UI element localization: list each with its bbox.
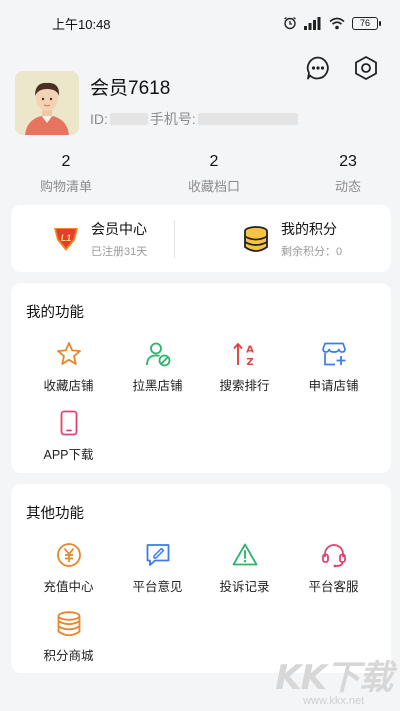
grid-item-label: 拉黑店铺 — [132, 379, 183, 393]
grid-item-label: 积分商城 — [43, 649, 94, 663]
grid-item-label: 搜索排行 — [219, 379, 270, 393]
member-card: L1 会员中心 已注册31天 我的积分 剩余积分：0 — [11, 205, 391, 272]
grid-item-points-mall[interactable]: 积分商城 — [21, 609, 116, 664]
grid-item-label: 申请店铺 — [308, 379, 359, 393]
stat-favorite-stalls[interactable]: 2 收藏档口 — [169, 153, 259, 195]
id-label: ID: — [90, 111, 108, 127]
phone-label: 手机号: — [149, 111, 196, 127]
points-database-icon — [241, 224, 271, 254]
grid-item-platform-feedback[interactable]: 平台意见 — [110, 540, 205, 595]
member-level-badge-icon: L1 — [51, 224, 81, 254]
stat-shopping-list[interactable]: 2 购物清单 — [21, 153, 111, 195]
headset-icon — [319, 540, 349, 570]
signal-icon — [304, 16, 322, 30]
status-icons: 76 — [283, 16, 381, 30]
my-points-title: 我的积分 — [281, 220, 337, 237]
status-time: 上午10:48 — [52, 16, 111, 32]
my-points-subtitle: 剩余积分：0 — [281, 245, 343, 258]
grid-item-label: 平台客服 — [308, 580, 359, 594]
grid-item-favorite-shops[interactable]: 收藏店铺 — [21, 339, 116, 394]
member-center-title: 会员中心 — [91, 220, 147, 237]
phone-icon — [54, 408, 84, 438]
grid-item-blocked-shops[interactable]: 拉黑店铺 — [110, 339, 205, 394]
top-actions — [304, 54, 380, 82]
alarm-icon — [283, 16, 297, 30]
grid-item-apply-shop[interactable]: 申请店铺 — [286, 339, 381, 394]
stat-value: 23 — [339, 153, 357, 170]
member-center-text: 会员中心 已注册31天 — [91, 219, 147, 259]
stat-activity[interactable]: 23 动态 — [303, 153, 393, 195]
coins-icon — [54, 609, 84, 639]
stats-row: 2 购物清单 2 收藏档口 23 动态 — [0, 153, 400, 197]
warning-icon — [230, 540, 260, 570]
grid-item-label: 平台意见 — [132, 580, 183, 594]
wifi-icon — [329, 17, 345, 30]
grid-item-complaint-records[interactable]: 投诉记录 — [197, 540, 292, 595]
grid-item-customer-service[interactable]: 平台客服 — [286, 540, 381, 595]
stat-value: 2 — [61, 153, 71, 170]
redacted-phone — [197, 113, 298, 125]
svg-text:A: A — [246, 345, 254, 356]
profile-info: 会员7618 ID: 手机号: — [90, 77, 300, 129]
battery-icon: 76 — [352, 16, 381, 30]
message-dots-icon[interactable] — [304, 54, 332, 82]
status-bar: 上午10:48 76 — [0, 0, 400, 46]
stat-label: 动态 — [334, 179, 361, 194]
grid-item-recharge-center[interactable]: 充值中心 — [21, 540, 116, 595]
profile-header[interactable]: 会员7618 ID: 手机号: — [15, 71, 300, 135]
stat-label: 收藏档口 — [187, 179, 240, 194]
username: 会员7618 — [90, 78, 171, 99]
divider — [174, 220, 175, 258]
my-points-button[interactable]: 我的积分 剩余积分：0 — [201, 219, 391, 259]
grid-item-app-download[interactable]: APP下载 — [21, 408, 116, 463]
redacted-id — [109, 113, 148, 125]
svg-text:L1: L1 — [61, 233, 72, 243]
sort-az-icon: AZ — [230, 339, 260, 369]
member-center-button[interactable]: L1 会员中心 已注册31天 — [11, 219, 201, 259]
stat-label: 购物清单 — [39, 179, 92, 194]
settings-hexagon-icon[interactable] — [352, 54, 380, 82]
yuan-coin-icon — [54, 540, 84, 570]
block-user-icon — [143, 339, 173, 369]
section-title: 我的功能 — [26, 305, 84, 321]
feedback-icon — [143, 540, 173, 570]
other-functions-card: 其他功能 充值中心 平台意见 投诉记录 平台客服 积分商城 — [11, 484, 391, 673]
my-points-text: 我的积分 剩余积分：0 — [281, 219, 342, 259]
grid-item-label: APP下载 — [43, 448, 94, 462]
svg-text:Z: Z — [246, 357, 253, 368]
member-center-subtitle: 已注册31天 — [91, 245, 148, 258]
watermark-logo: KK下载 — [275, 658, 393, 698]
grid-item-label: 收藏店铺 — [43, 379, 94, 393]
grid-item-label: 投诉记录 — [219, 580, 270, 594]
section-title: 其他功能 — [26, 506, 84, 522]
grid-item-search-ranking[interactable]: AZ 搜索排行 — [197, 339, 292, 394]
stat-value: 2 — [209, 153, 219, 170]
my-functions-card: 我的功能 收藏店铺 拉黑店铺 AZ 搜索排行 申请店铺 APP下载 — [11, 283, 391, 473]
watermark: KK下载 www.kkx.net — [275, 658, 393, 707]
grid-item-label: 充值中心 — [43, 580, 94, 594]
star-icon — [54, 339, 84, 369]
id-line: ID: 手机号: — [90, 109, 300, 129]
avatar[interactable] — [15, 71, 79, 135]
store-add-icon — [319, 339, 349, 369]
